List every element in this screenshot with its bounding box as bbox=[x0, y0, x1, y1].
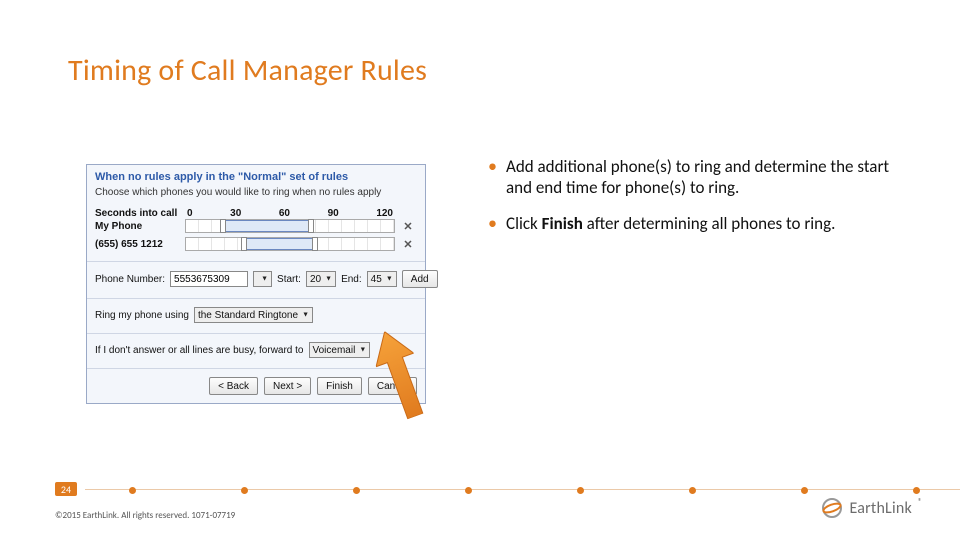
start-label: Start: bbox=[277, 274, 301, 285]
divider bbox=[87, 261, 425, 262]
footer-dot bbox=[465, 487, 472, 494]
timing-bar[interactable] bbox=[185, 219, 395, 233]
bullet-text: Click bbox=[506, 213, 542, 234]
copyright-text: ©2015 EarthLink. All rights reserved. 10… bbox=[55, 510, 235, 521]
footer-dot bbox=[241, 487, 248, 494]
timing-row-label: (655) 655 1212 bbox=[95, 239, 181, 250]
footer-dot bbox=[577, 487, 584, 494]
ringtone-select[interactable]: the Standard Ringtone bbox=[194, 307, 313, 323]
bullet-item: Click Finish after determining all phone… bbox=[488, 213, 908, 234]
add-button[interactable]: Add bbox=[402, 270, 438, 288]
timing-tick: 90 bbox=[328, 208, 339, 219]
footer-rule: 24 bbox=[55, 482, 960, 496]
settings-panel: When no rules apply in the "Normal" set … bbox=[86, 164, 426, 404]
timing-range[interactable] bbox=[244, 238, 315, 250]
seconds-into-call-label: Seconds into call bbox=[95, 208, 181, 219]
finish-button[interactable]: Finish bbox=[317, 377, 362, 395]
earthlink-logo-icon bbox=[820, 496, 844, 520]
start-select[interactable]: 20 bbox=[306, 271, 336, 287]
forward-select[interactable]: Voicemail bbox=[309, 342, 371, 358]
footer-dot bbox=[801, 487, 808, 494]
phone-number-label: Phone Number: bbox=[95, 274, 165, 285]
timing-bar[interactable] bbox=[185, 237, 395, 251]
timing-handle-end[interactable] bbox=[308, 219, 314, 233]
timing-row-label: My Phone bbox=[95, 221, 181, 232]
bullet-item: Add additional phone(s) to ring and dete… bbox=[488, 156, 908, 199]
timing-range[interactable] bbox=[223, 220, 310, 232]
footer-dot-line bbox=[85, 489, 960, 491]
bullet-text: after determining all phones to ring. bbox=[583, 213, 836, 234]
page-number-badge: 24 bbox=[55, 482, 77, 496]
timing-row: (655) 655 1212 ✕ bbox=[95, 237, 417, 251]
next-button[interactable]: Next > bbox=[264, 377, 311, 395]
footer-dot bbox=[129, 487, 136, 494]
timing-tick: 0 bbox=[187, 208, 193, 219]
divider bbox=[87, 298, 425, 299]
panel-header: When no rules apply in the "Normal" set … bbox=[95, 171, 417, 183]
end-label: End: bbox=[341, 274, 362, 285]
divider bbox=[87, 368, 425, 369]
footer-dot bbox=[913, 487, 920, 494]
ringtone-row: Ring my phone using the Standard Rington… bbox=[95, 307, 417, 323]
back-button[interactable]: < Back bbox=[209, 377, 258, 395]
registered-mark: ® bbox=[918, 497, 922, 507]
timing-tick-labels: 0 30 60 90 120 bbox=[185, 208, 395, 219]
timing-header-row: Seconds into call 0 30 60 90 120 bbox=[95, 208, 417, 219]
phone-number-row: Phone Number: Start: 20 End: 45 Add bbox=[95, 270, 417, 288]
remove-row-icon[interactable]: ✕ bbox=[399, 238, 417, 251]
wizard-button-row: < Back Next > Finish Cancel bbox=[95, 377, 417, 395]
phone-number-input[interactable] bbox=[170, 271, 248, 287]
bullet-text: Finish bbox=[542, 213, 583, 234]
slide: Timing of Call Manager Rules Add additio… bbox=[0, 0, 960, 540]
timing-handle-start[interactable] bbox=[220, 219, 226, 233]
footer-dot bbox=[353, 487, 360, 494]
timing-tick: 60 bbox=[279, 208, 290, 219]
phone-number-dropdown[interactable] bbox=[253, 271, 272, 287]
remove-row-icon[interactable]: ✕ bbox=[399, 220, 417, 233]
timing-handle-start[interactable] bbox=[241, 237, 247, 251]
forward-row: If I don't answer or all lines are busy,… bbox=[95, 342, 417, 358]
slide-title: Timing of Call Manager Rules bbox=[68, 52, 427, 89]
forward-label: If I don't answer or all lines are busy,… bbox=[95, 345, 304, 356]
bullet-list: Add additional phone(s) to ring and dete… bbox=[488, 156, 908, 248]
end-select[interactable]: 45 bbox=[367, 271, 397, 287]
settings-panel-screenshot: When no rules apply in the "Normal" set … bbox=[86, 164, 426, 404]
timing-tick: 30 bbox=[230, 208, 241, 219]
ringtone-label: Ring my phone using bbox=[95, 310, 189, 321]
divider bbox=[87, 333, 425, 334]
timing-handle-end[interactable] bbox=[312, 237, 318, 251]
earthlink-logo-text: EarthLink bbox=[850, 499, 912, 518]
earthlink-logo: EarthLink ® bbox=[820, 496, 923, 520]
footer-dot bbox=[689, 487, 696, 494]
timing-row: My Phone ✕ bbox=[95, 219, 417, 233]
timing-tick: 120 bbox=[376, 208, 393, 219]
bullet-text: Add additional phone(s) to ring and dete… bbox=[506, 156, 889, 198]
panel-subheader: Choose which phones you would like to ri… bbox=[95, 187, 417, 198]
cancel-button[interactable]: Cancel bbox=[368, 377, 417, 395]
